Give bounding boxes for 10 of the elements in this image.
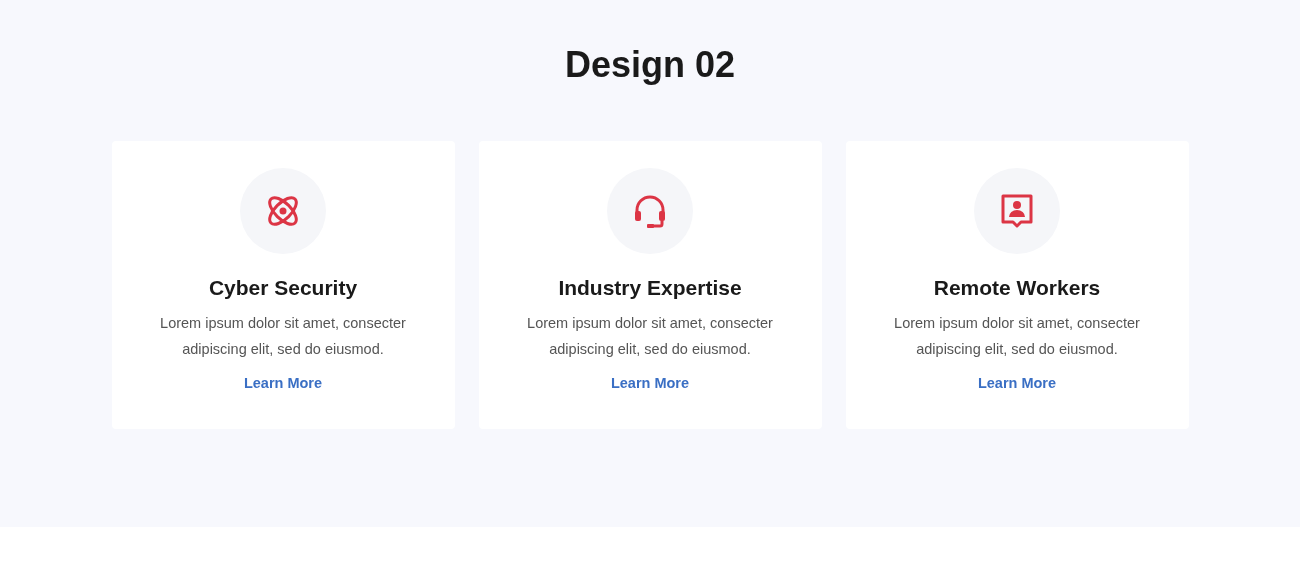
- card-heading: Industry Expertise: [558, 276, 742, 300]
- section-title: Design 02: [564, 44, 736, 86]
- learn-more-link[interactable]: Learn More: [243, 375, 323, 391]
- learn-more-link[interactable]: Learn More: [977, 375, 1057, 391]
- card-heading: Cyber Security: [208, 276, 358, 300]
- card-heading: Remote Workers: [933, 276, 1101, 300]
- card-description: Lorem ipsum dolor sit amet, consecter adipiscing elit, sed do eiusmod.: [893, 314, 1141, 359]
- card-description: Lorem ipsum dolor sit amet, consecter adipiscing elit, sed do eiusmod.: [526, 314, 774, 359]
- card-description: Lorem ipsum dolor sit amet, consecter adipiscing elit, sed do eiusmod.: [159, 314, 407, 359]
- learn-more-link[interactable]: Learn More: [610, 375, 690, 391]
